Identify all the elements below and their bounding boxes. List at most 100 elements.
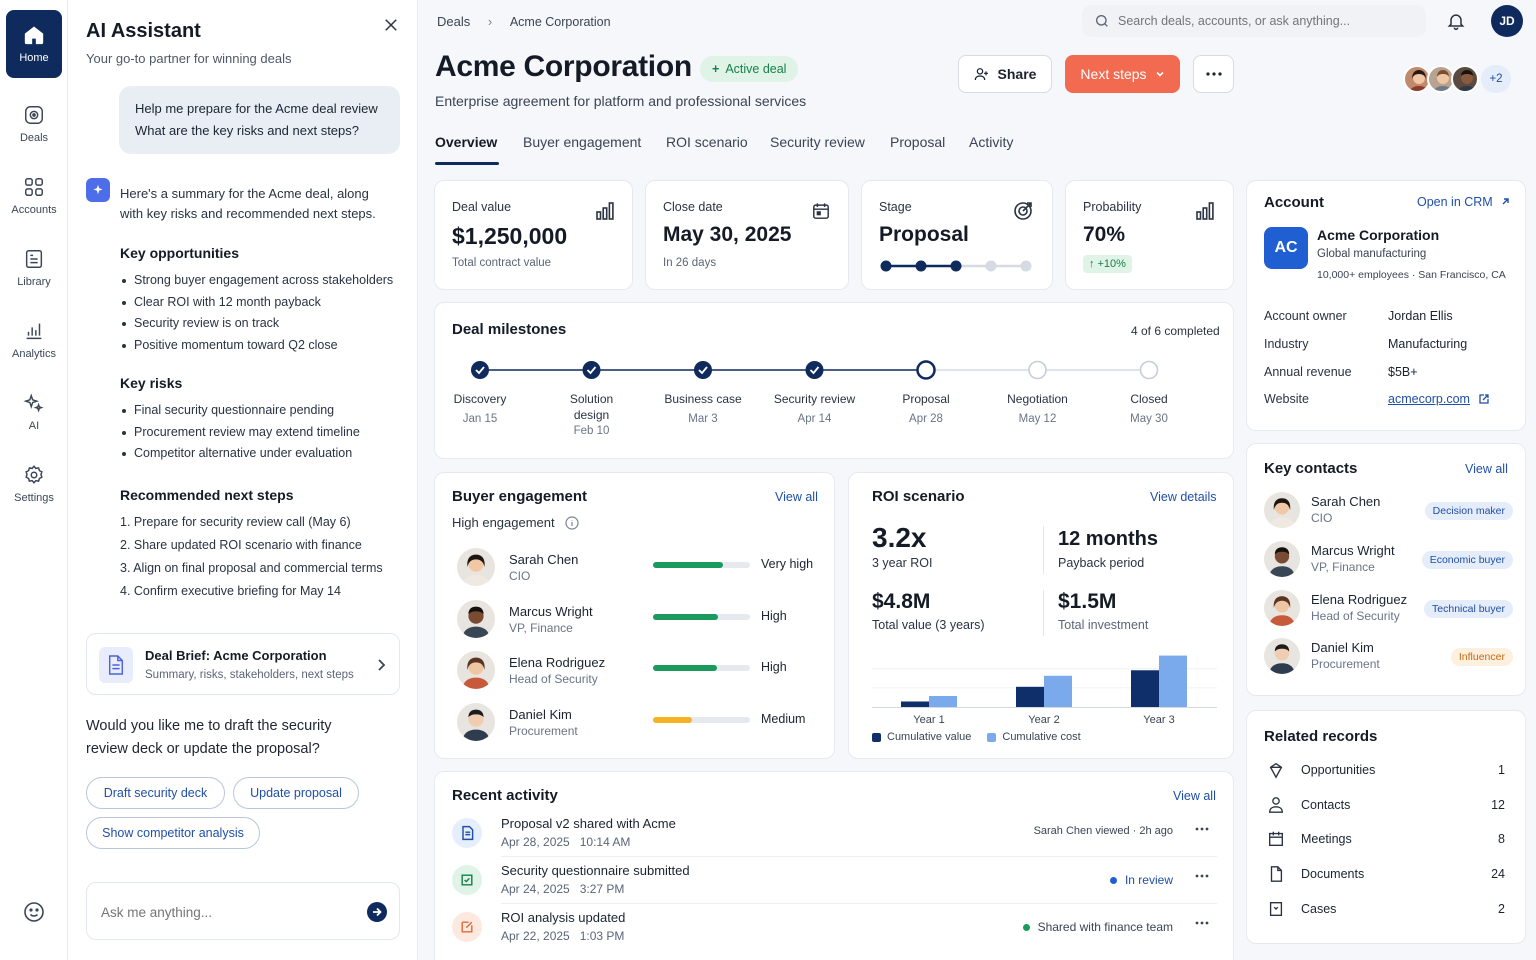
notifications-button[interactable] (1446, 11, 1466, 31)
deals-icon (25, 106, 43, 124)
rail-item-label: Analytics (11, 348, 57, 360)
engagement-list: Sarah Chen CIO Very high Marcus Wright VP, F… (435, 543, 836, 753)
send-button[interactable] (367, 902, 387, 922)
tab-roi-scenario[interactable]: ROI scenario (666, 134, 748, 150)
assistant-reply: Here's a summary for the Acme deal, alon… (120, 184, 400, 224)
rail-item-label: Home (19, 52, 49, 64)
rail-item-analytics[interactable]: Analytics (6, 306, 62, 374)
rail-item-deals[interactable]: Deals (6, 90, 62, 158)
engagement-row[interactable]: Daniel Kim Procurement Medium (435, 698, 836, 746)
contact-row[interactable]: Marcus Wright VP, Finance Economic buyer (1247, 539, 1527, 583)
activity-row[interactable]: Proposal v2 shared with Acme Apr 28, 2025… (435, 812, 1235, 858)
activity-more-button[interactable] (1195, 827, 1209, 831)
activity-more-button[interactable] (1195, 921, 1209, 925)
avatar (1264, 589, 1300, 626)
engagement-row[interactable]: Elena Rodriguez Head of Security High (435, 646, 836, 694)
search-input[interactable] (1118, 11, 1414, 31)
rail-item-label: Deals (19, 132, 49, 144)
rail-item-settings[interactable]: Settings (6, 450, 62, 518)
milestone-date: Apr 28 (909, 413, 943, 425)
engagement-row[interactable]: Marcus Wright VP, Finance High (435, 595, 836, 643)
contact-row[interactable]: Sarah Chen CIO Decision maker (1247, 490, 1527, 534)
activity-date: Apr 22, 2025 1:03 PM (501, 929, 625, 943)
related-record-row[interactable]: Cases 2 (1247, 894, 1527, 924)
website-link[interactable]: acmecorp.com (1388, 392, 1490, 406)
deal-brief-card[interactable]: Deal Brief: Acme Corporation Summary, ri… (86, 633, 400, 695)
kpi-value: May 30, 2025 (663, 223, 792, 246)
activity-more-button[interactable] (1195, 874, 1209, 878)
tab-buyer-engagement[interactable]: Buyer engagement (523, 134, 641, 150)
share-button[interactable]: Share (958, 55, 1052, 93)
open-in-crm-link[interactable]: Open in CRM (1417, 195, 1510, 209)
tab-activity[interactable]: Activity (969, 134, 1013, 150)
account-fields: Account owner Jordan Ellis Industry Manufac… (1264, 309, 1514, 419)
card-title: Deal milestones (452, 321, 567, 338)
global-search[interactable] (1082, 5, 1426, 37)
related-record-label: Opportunities (1301, 763, 1376, 777)
share-label: Share (997, 66, 1037, 82)
person-name: Marcus Wright (509, 603, 593, 619)
more-collaborators[interactable]: +2 (1481, 65, 1511, 93)
rail-item-label: Library (17, 276, 51, 288)
related-record-row[interactable]: Documents 24 (1247, 859, 1527, 889)
ai-panel-subtitle: Your go-to partner for winning deals (86, 51, 292, 66)
roi-view-details-link[interactable]: View details (1150, 490, 1216, 504)
collaborators[interactable]: +2 (1403, 65, 1525, 93)
user-avatar[interactable]: JD (1491, 5, 1523, 37)
list-item: 4. Confirm executive briefing for May 14 (120, 584, 341, 598)
document-icon (452, 818, 482, 848)
engagement-row[interactable]: Sarah Chen CIO Very high (435, 543, 836, 591)
info-icon[interactable] (565, 515, 579, 530)
contact-row[interactable]: Elena Rodriguez Head of Security Technical… (1247, 588, 1527, 632)
field-label: Industry (1264, 336, 1309, 351)
share-user-icon (974, 68, 988, 81)
related-records-card: Related records Opportunities 1 Contacts 12… (1246, 710, 1526, 944)
user-message-line: What are the key risks and next steps? (135, 123, 359, 138)
milestone-track (471, 360, 1159, 380)
tab-security-review[interactable]: Security review (770, 134, 865, 150)
field-value: Manufacturing (1388, 336, 1468, 351)
bar-value (901, 701, 929, 707)
milestone-node-done (805, 361, 824, 379)
close-panel-button[interactable] (382, 16, 400, 34)
person-role: VP, Finance (509, 620, 573, 635)
rail-item-home[interactable]: Home (6, 10, 62, 78)
avatar (1264, 638, 1300, 675)
related-record-count: 24 (1491, 867, 1505, 882)
activity-row[interactable]: Security questionnaire submitted Apr 24, … (435, 859, 1235, 905)
list-item: 3. Align on final proposal and commercia… (120, 561, 383, 575)
contacts-view-all-link[interactable]: View all (1465, 462, 1508, 476)
ask-input[interactable] (101, 901, 341, 923)
breadcrumb-deals[interactable]: Deals (437, 14, 470, 29)
related-record-row[interactable]: Opportunities 1 (1247, 755, 1527, 785)
more-actions-button[interactable] (1193, 55, 1234, 93)
tab-overview[interactable]: Overview (435, 134, 497, 150)
draft-security-deck-chip[interactable]: Draft security deck (86, 777, 225, 809)
related-record-row[interactable]: Contacts 12 (1247, 790, 1527, 820)
update-proposal-chip[interactable]: Update proposal (233, 777, 359, 809)
next-steps-button[interactable]: Next steps (1065, 55, 1180, 93)
field-value: $5B+ (1388, 364, 1418, 379)
related-record-row[interactable]: Meetings 8 (1247, 824, 1527, 854)
rail-item-ai[interactable]: AI (6, 378, 62, 446)
list-item: Clear ROI with 12 month payback (120, 292, 410, 314)
contact-row[interactable]: Daniel Kim Procurement Influencer (1247, 636, 1527, 680)
breadcrumb-current: Acme Corporation (509, 15, 611, 29)
arrow-up-icon: ↑ (1089, 258, 1095, 270)
tab-proposal[interactable]: Proposal (890, 134, 945, 150)
rail-item-accounts[interactable]: Accounts (6, 162, 62, 230)
x-tick-label: Year 2 (1028, 714, 1059, 726)
rail-item-library[interactable]: Library (6, 234, 62, 302)
milestone-name: Closed (1130, 392, 1168, 406)
chevron-down-icon (1155, 71, 1164, 77)
bar-cost (1159, 655, 1187, 707)
roi-scenario-card: ROI scenario View details 3.2x 3 year RO… (848, 472, 1234, 759)
next-steps-heading: Recommended next steps (120, 487, 294, 503)
activity-row[interactable]: ROI analysis updated Apr 22, 2025 1:03 PM… (435, 906, 1235, 952)
activity-view-all-link[interactable]: View all (1173, 789, 1216, 803)
competitor-analysis-chip[interactable]: Show competitor analysis (86, 817, 260, 849)
kpi-value: Proposal (879, 223, 969, 246)
help-button[interactable] (22, 900, 46, 924)
engagement-view-all-link[interactable]: View all (775, 490, 818, 504)
ask-input-box[interactable] (86, 882, 400, 940)
